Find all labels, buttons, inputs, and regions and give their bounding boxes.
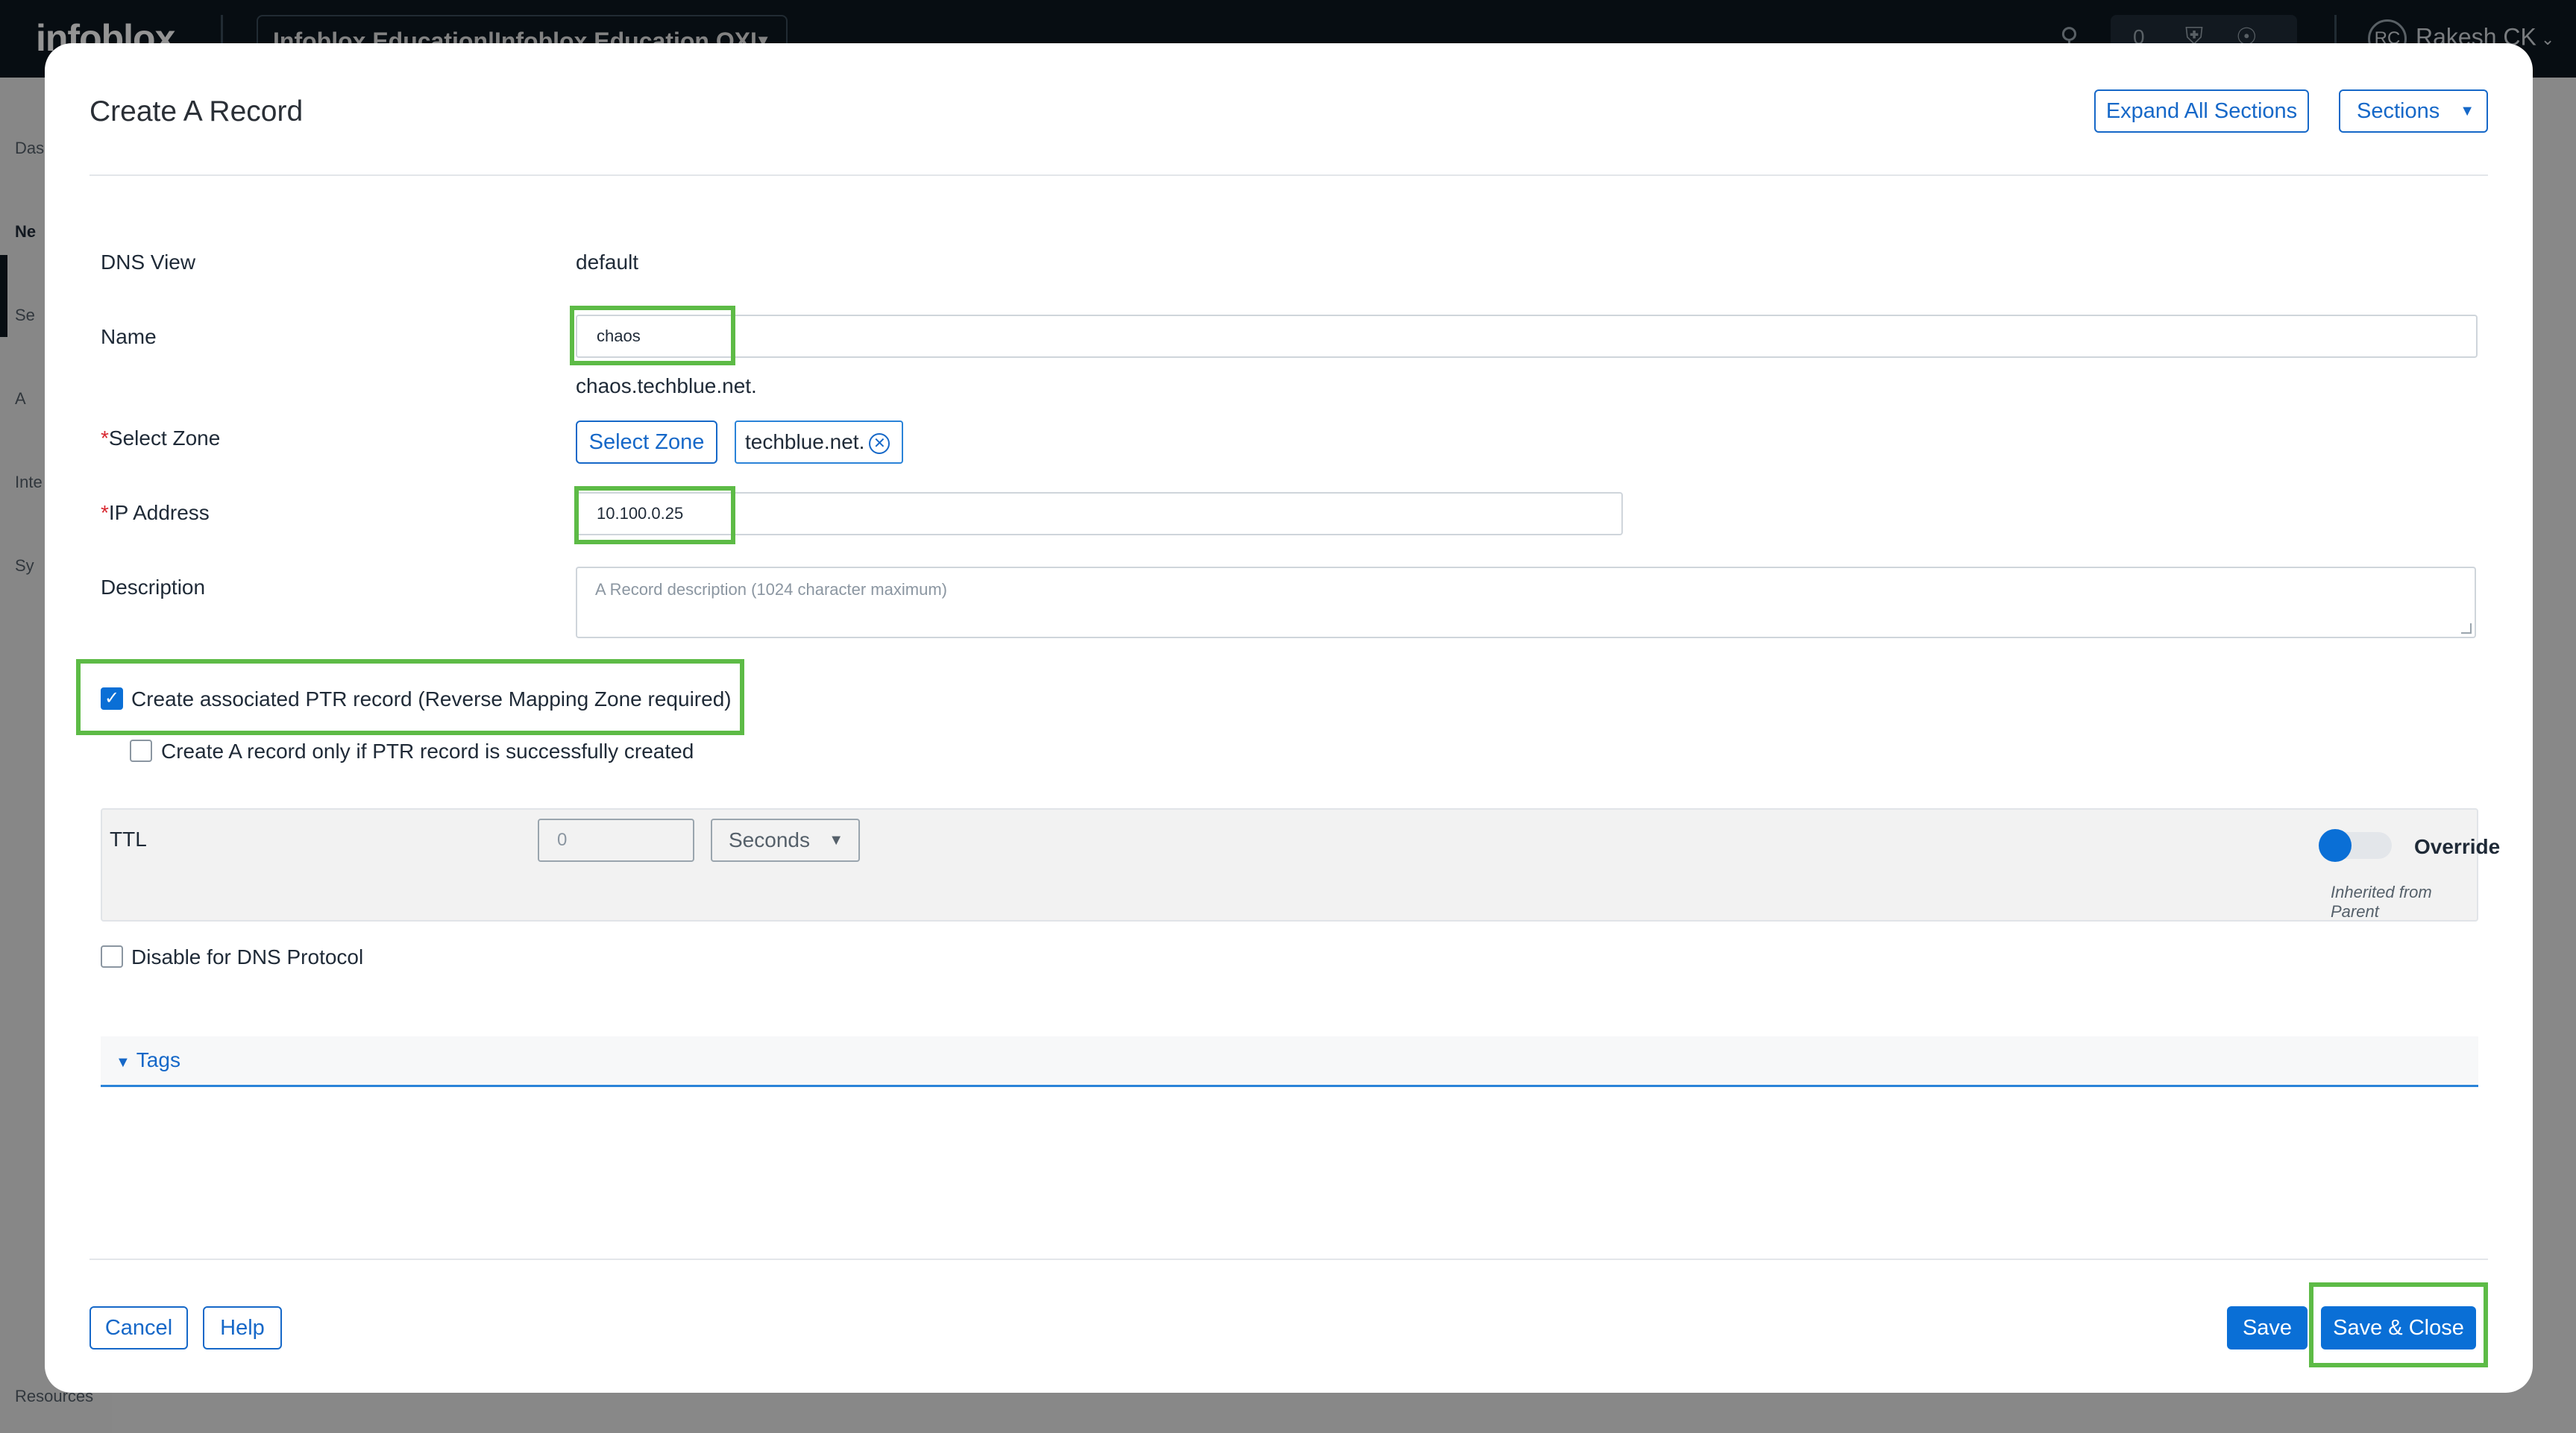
select-zone-label-text: Select Zone	[108, 426, 221, 450]
disable-dns-checkbox[interactable]	[101, 945, 123, 968]
caret-down-icon: ▼	[829, 832, 844, 848]
tags-label: Tags	[136, 1048, 180, 1071]
description-textarea[interactable]: A Record description (1024 character max…	[576, 567, 2476, 638]
ip-address-highlight	[574, 486, 735, 544]
ttl-unit-value: Seconds	[729, 828, 810, 851]
tags-section-header[interactable]: ▼ Tags	[101, 1036, 2478, 1087]
sections-dropdown-label: Sections	[2357, 99, 2440, 123]
ptr-checkbox[interactable]: ✓	[101, 687, 123, 710]
inherited-label: Inherited from Parent	[2331, 883, 2432, 921]
required-asterisk: *	[101, 426, 109, 450]
zone-chip: techblue.net. ✕	[735, 421, 903, 464]
override-toggle-knob[interactable]	[2319, 829, 2352, 862]
ttl-unit-select[interactable]: Seconds ▼	[711, 819, 860, 862]
expand-all-sections-button[interactable]: Expand All Sections	[2094, 89, 2309, 133]
ip-address-label: *IP Address	[101, 501, 210, 525]
tags-toggle[interactable]: ▼ Tags	[116, 1048, 180, 1072]
dialog-title: Create A Record	[89, 95, 304, 127]
caret-down-icon: ▼	[116, 1054, 131, 1071]
save-and-close-highlight	[2309, 1282, 2488, 1367]
resize-handle-icon[interactable]	[2461, 623, 2472, 634]
a-only-checkbox[interactable]	[130, 740, 152, 762]
dns-view-value: default	[576, 251, 639, 274]
sections-dropdown[interactable]: Sections ▼	[2339, 89, 2488, 133]
ttl-panel: TTL 0 Seconds ▼ Override Inherited from …	[101, 808, 2500, 922]
description-label: Description	[101, 576, 206, 599]
ttl-input[interactable]: 0	[538, 819, 694, 862]
ip-address-label-text: IP Address	[108, 501, 210, 524]
select-zone-button[interactable]: Select Zone	[576, 421, 717, 464]
name-highlight	[570, 306, 735, 365]
dns-view-label: DNS View	[101, 251, 196, 274]
a-only-checkbox-label[interactable]: Create A record only if PTR record is su…	[161, 740, 694, 763]
required-asterisk: *	[101, 501, 109, 524]
cancel-button[interactable]: Cancel	[89, 1306, 188, 1349]
ptr-checkbox-label[interactable]: Create associated PTR record (Reverse Ma…	[131, 687, 732, 711]
header-divider	[89, 174, 2488, 176]
close-circle-icon[interactable]: ✕	[869, 432, 890, 454]
help-button[interactable]: Help	[203, 1306, 282, 1349]
fqdn-preview: chaos.techblue.net.	[576, 374, 757, 397]
disable-dns-label[interactable]: Disable for DNS Protocol	[131, 945, 363, 969]
select-zone-label: *Select Zone	[101, 426, 220, 450]
name-label: Name	[101, 325, 157, 348]
create-a-record-dialog: Create A Record Expand All Sections Sect…	[45, 43, 2533, 1393]
save-button[interactable]: Save	[2227, 1306, 2308, 1349]
description-placeholder: A Record description (1024 character max…	[595, 580, 947, 599]
zone-chip-label: techblue.net.	[745, 430, 865, 453]
caret-down-icon: ▼	[2460, 103, 2475, 119]
name-input[interactable]: chaos	[576, 315, 2478, 358]
ttl-label: TTL	[110, 828, 147, 851]
override-label: Override	[2414, 835, 2501, 858]
footer-divider	[89, 1259, 2488, 1260]
